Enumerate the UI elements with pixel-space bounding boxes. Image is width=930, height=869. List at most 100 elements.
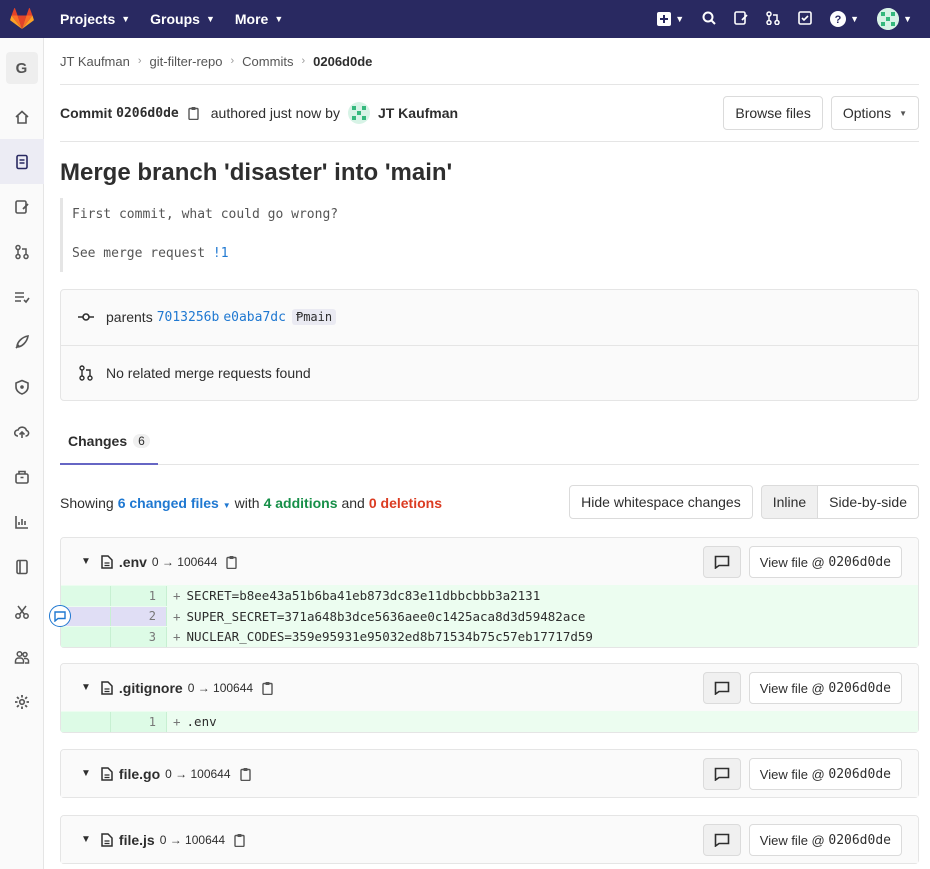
add-comment-icon[interactable]: [49, 605, 71, 627]
caret-down-icon[interactable]: ▼: [81, 556, 91, 567]
new-line-number[interactable]: 1: [111, 586, 167, 606]
snippets-icon[interactable]: [0, 589, 44, 634]
line-code: + SUPER_SECRET=371a648b3dce5636aee0c1425a…: [173, 608, 586, 624]
merge-request-link[interactable]: !1: [213, 246, 229, 261]
changed-files-dropdown[interactable]: 6 changed files ▼: [118, 495, 231, 511]
cloud-deploy-icon[interactable]: [0, 409, 44, 454]
comment-icon: [714, 767, 730, 781]
related-mr-text: No related merge requests found: [106, 364, 311, 381]
commit-header: Commit 0206d0de authored just now by JT …: [60, 85, 919, 142]
new-line-number[interactable]: 2: [111, 606, 167, 626]
changed-files-label: 6 changed files: [117, 494, 219, 511]
parent-sha-link[interactable]: 7013256b: [157, 310, 220, 325]
comment-button[interactable]: [702, 546, 741, 578]
repository-icon[interactable]: [0, 139, 44, 184]
diff-file-header[interactable]: ▼ .env 0 → 100644 View file @ 0206d0de: [61, 538, 918, 585]
file-name[interactable]: file.go: [119, 766, 160, 782]
and-text: and: [341, 494, 365, 511]
inline-view-button[interactable]: Inline: [760, 484, 819, 519]
branch-tag[interactable]: Ᵽmain: [291, 309, 337, 325]
new-line-number[interactable]: 3: [111, 627, 167, 647]
options-button[interactable]: Options ▼: [830, 96, 919, 130]
comment-button[interactable]: [702, 758, 741, 790]
search-icon[interactable]: [702, 11, 716, 28]
tab-changes[interactable]: Changes 6: [60, 419, 158, 465]
file-name[interactable]: .env: [119, 554, 147, 570]
copy-icon[interactable]: [239, 767, 253, 781]
members-icon[interactable]: [0, 634, 44, 679]
merge-requests-icon[interactable]: [0, 229, 44, 274]
authored-text: authored just now by: [210, 105, 340, 121]
browse-files-button[interactable]: Browse files: [723, 96, 823, 130]
new-item-dropdown[interactable]: ▼: [657, 12, 684, 26]
diff-file: ▼ .gitignore 0 → 100644 View file @ 0206…: [60, 663, 919, 733]
diff-file: ▼ file.go 0 → 100644 View file @ 0206d0d…: [60, 749, 919, 798]
copy-icon[interactable]: [187, 106, 201, 121]
copy-icon[interactable]: [261, 681, 275, 695]
diff-line: 1 + SECRET=b8ee43a51b6ba41eb873dc83e11dbb…: [61, 585, 918, 606]
wiki-icon[interactable]: [0, 544, 44, 589]
breadcrumb-commit[interactable]: 0206d0de: [313, 54, 372, 69]
file-name[interactable]: .gitignore: [119, 680, 183, 696]
caret-down-icon[interactable]: ▼: [81, 768, 91, 779]
caret-down-icon[interactable]: ▼: [81, 682, 91, 693]
diff-file-header[interactable]: ▼ file.go 0 → 100644 View file @ 0206d0d…: [61, 750, 918, 797]
chevron-down-icon: ▼: [675, 14, 685, 24]
help-dropdown[interactable]: ? ▼: [830, 11, 859, 27]
comment-button[interactable]: [702, 672, 741, 704]
copy-icon[interactable]: [225, 555, 239, 569]
line-code: + .env: [173, 714, 217, 730]
old-line-number: [61, 712, 111, 732]
package-icon[interactable]: [0, 454, 44, 499]
hide-whitespace-button[interactable]: Hide whitespace changes: [569, 484, 753, 519]
project-avatar[interactable]: G: [5, 52, 38, 84]
view-file-button[interactable]: View file @ 0206d0de: [748, 672, 902, 704]
gitlab-logo-icon[interactable]: [0, 0, 44, 38]
caret-down-icon[interactable]: ▼: [81, 834, 91, 845]
author-avatar[interactable]: [347, 102, 370, 124]
additions-count: 4 additions: [263, 494, 338, 511]
requirements-icon[interactable]: [0, 274, 44, 319]
nav-groups-label: Groups: [150, 11, 200, 27]
breadcrumb-project[interactable]: git-filter-repo: [150, 54, 223, 69]
new-line-number[interactable]: 1: [111, 712, 167, 732]
description-line: First commit, what could go wrong?: [72, 207, 339, 222]
diff-file-header[interactable]: ▼ .gitignore 0 → 100644 View file @ 0206…: [61, 664, 918, 711]
chevron-down-icon: ▼: [850, 14, 860, 24]
view-file-button[interactable]: View file @ 0206d0de: [748, 546, 902, 578]
shield-icon[interactable]: [0, 364, 44, 409]
comment-icon: [714, 833, 730, 847]
settings-gear-icon[interactable]: [0, 679, 44, 724]
analytics-icon[interactable]: [0, 499, 44, 544]
view-file-sha: 0206d0de: [828, 832, 891, 848]
issues-icon[interactable]: [734, 10, 748, 28]
nav-more[interactable]: More ▼: [225, 0, 293, 38]
view-file-button[interactable]: View file @ 0206d0de: [748, 758, 902, 790]
nav-groups[interactable]: Groups ▼: [140, 0, 225, 38]
user-menu[interactable]: ▼: [877, 8, 912, 30]
commit-label: Commit: [60, 105, 113, 121]
comment-button[interactable]: [702, 824, 741, 856]
copy-icon[interactable]: [233, 833, 247, 847]
line-code: + SECRET=b8ee43a51b6ba41eb873dc83e11dbbcb…: [173, 588, 541, 604]
line-code-text: SECRET=b8ee43a51b6ba41eb873dc83e11dbbcbb…: [186, 588, 541, 604]
merge-requests-icon[interactable]: [766, 10, 780, 28]
rocket-icon[interactable]: [0, 319, 44, 364]
home-icon[interactable]: [0, 94, 44, 139]
line-code: + NUCLEAR_CODES=359e95931e95032ed8b71534b…: [173, 629, 593, 645]
breadcrumb-user[interactable]: JT Kaufman: [60, 54, 130, 69]
nav-projects[interactable]: Projects ▼: [50, 0, 140, 38]
breadcrumb-commits[interactable]: Commits: [242, 54, 293, 69]
file-name[interactable]: file.js: [119, 832, 155, 848]
issues-icon[interactable]: [0, 184, 44, 229]
view-file-button[interactable]: View file @ 0206d0de: [748, 824, 902, 856]
caret-down-icon: ▼: [222, 500, 231, 510]
author-name[interactable]: JT Kaufman: [378, 105, 458, 121]
commit-description: First commit, what could go wrong? See m…: [60, 198, 919, 272]
parent-sha-link[interactable]: e0aba7dc: [223, 310, 286, 325]
todos-icon[interactable]: [798, 10, 812, 28]
sidebar: G: [0, 38, 44, 869]
parents-label: parents: [106, 309, 153, 325]
diff-file-header[interactable]: ▼ file.js 0 → 100644 View file @ 0206d0d…: [61, 816, 918, 863]
side-by-side-button[interactable]: Side-by-side: [818, 484, 919, 519]
